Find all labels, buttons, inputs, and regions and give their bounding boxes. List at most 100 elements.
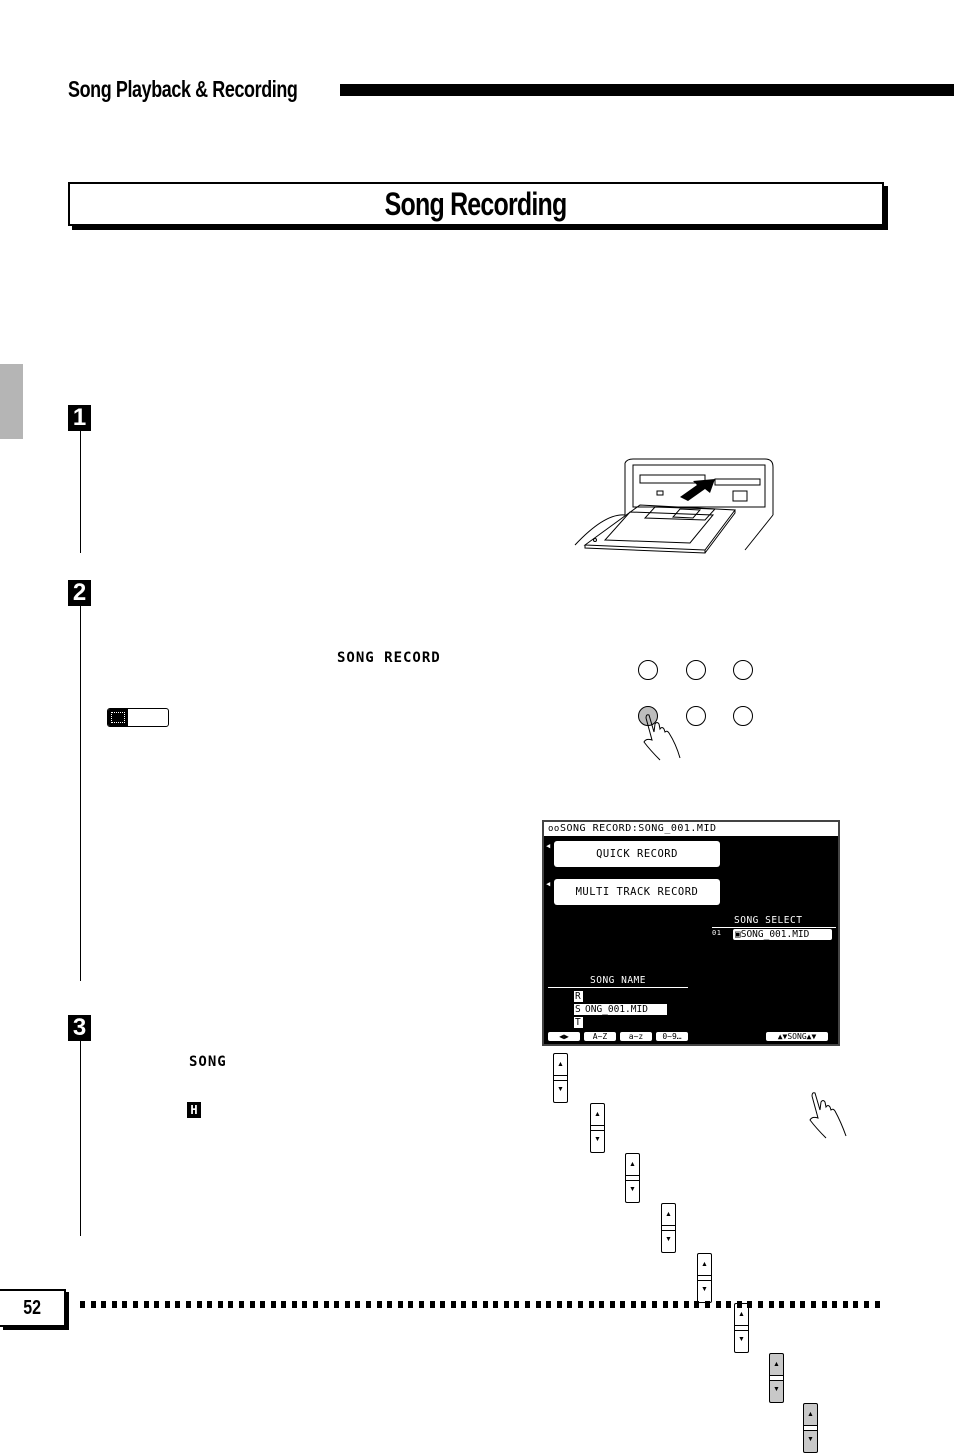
- panel-button-5[interactable]: [686, 706, 706, 726]
- song-name-label: SONG NAME: [590, 975, 646, 986]
- footer-dot: [620, 1301, 626, 1308]
- char-option-r[interactable]: R: [574, 991, 583, 1002]
- footer-dot: [154, 1301, 160, 1308]
- footer-dot: [863, 1301, 869, 1308]
- rocker-button-3[interactable]: ▲ ▼: [625, 1153, 640, 1203]
- footer-dot: [556, 1301, 562, 1308]
- multi-track-record-button[interactable]: MULTI TRACK RECORD: [554, 879, 720, 905]
- footer-dot: [122, 1301, 128, 1308]
- footer-dot: [853, 1301, 859, 1308]
- footer-dot: [471, 1301, 477, 1308]
- footer-dot: [344, 1301, 350, 1308]
- softkey-uppercase[interactable]: A~Z: [584, 1032, 616, 1041]
- footer-dot: [514, 1301, 520, 1308]
- softkey-lowercase[interactable]: a~z: [620, 1032, 652, 1041]
- rocker-button-2[interactable]: ▲ ▼: [590, 1103, 605, 1153]
- step-3-number: 3: [68, 1015, 91, 1041]
- lcd-title: SONG RECORD:SONG_001.MID: [560, 823, 717, 834]
- footer-dot: [217, 1301, 223, 1308]
- pointing-hand-icon: [643, 714, 681, 761]
- footer-dot: [270, 1301, 276, 1308]
- footer-dot: [260, 1301, 266, 1308]
- softkey-numbers[interactable]: 0~9…: [656, 1032, 688, 1041]
- footer-dot: [238, 1301, 244, 1308]
- footer-dot: [779, 1301, 785, 1308]
- footer-dot: [313, 1301, 319, 1308]
- footer-dot: [376, 1301, 382, 1308]
- softkey-song-select[interactable]: ▲▼SONG▲▼: [766, 1032, 828, 1041]
- footer-dot: [440, 1301, 446, 1308]
- tape-icon: oo: [548, 824, 560, 834]
- section-header-rule: [340, 84, 954, 96]
- footer-dot: [323, 1301, 329, 1308]
- footer-dot: [832, 1301, 838, 1308]
- arrow-left-icon: ◀: [546, 880, 551, 888]
- page-number: 52: [23, 1296, 41, 1319]
- song-name-field[interactable]: ONG_001.MID: [583, 1004, 667, 1015]
- footer-dot: [673, 1301, 679, 1308]
- footer-dot: [800, 1301, 806, 1308]
- footer-dot: [874, 1301, 880, 1308]
- song-select-value: SONG_001.MID: [740, 929, 810, 940]
- footer-dot: [683, 1301, 689, 1308]
- footer-dot: [207, 1301, 213, 1308]
- marker-h-icon: H: [187, 1102, 201, 1118]
- footer-dot: [366, 1301, 372, 1308]
- char-option-s[interactable]: S: [574, 1004, 583, 1015]
- footer-dot: [397, 1301, 403, 1308]
- footer-dot: [524, 1301, 530, 1308]
- panel-button-6[interactable]: [733, 706, 753, 726]
- footer-dot: [535, 1301, 541, 1308]
- footer-dot: [577, 1301, 583, 1308]
- floppy-disk-insert-illustration: [574, 458, 774, 554]
- footer-dot: [101, 1301, 107, 1308]
- footer-dot: [662, 1301, 668, 1308]
- lcd-screen: oo SONG RECORD:SONG_001.MID ◀ QUICK RECO…: [542, 820, 840, 1046]
- footer-dot: [747, 1301, 753, 1308]
- footer-dot: [652, 1301, 658, 1308]
- song-name-underline: [548, 987, 688, 988]
- panel-button-2[interactable]: [686, 660, 706, 680]
- step-1-number: 1: [68, 405, 91, 431]
- footer-dot: [143, 1301, 149, 1308]
- panel-button-1[interactable]: [638, 660, 658, 680]
- footer-dot: [291, 1301, 297, 1308]
- footer-dot: [185, 1301, 191, 1308]
- footer-dot: [715, 1301, 721, 1308]
- footer-dot: [419, 1301, 424, 1308]
- footer-dot: [281, 1301, 287, 1308]
- footer-dot: [599, 1301, 605, 1308]
- step-3-line: [80, 1041, 81, 1236]
- footer-dot: [408, 1301, 414, 1308]
- footer-dot: [705, 1301, 711, 1308]
- rocker-button-7[interactable]: ▲ ▼: [769, 1353, 784, 1403]
- footer-dot: [842, 1301, 848, 1308]
- chapter-side-tab: [0, 364, 23, 439]
- song-select-label: SONG SELECT: [734, 915, 803, 926]
- song-select-field[interactable]: ▣SONG_001.MID: [733, 929, 832, 940]
- rocker-button-4[interactable]: ▲ ▼: [661, 1203, 676, 1253]
- page-title-box: Song Recording: [68, 182, 884, 226]
- rocker-button-6[interactable]: ▲ ▼: [734, 1303, 749, 1353]
- char-option-t[interactable]: T: [574, 1017, 583, 1028]
- rocker-button-5[interactable]: ▲ ▼: [697, 1253, 712, 1303]
- footer-dot: [726, 1301, 732, 1308]
- song-keyword: SONG: [189, 1054, 227, 1070]
- panel-button-3[interactable]: [733, 660, 753, 680]
- footer-dot: [249, 1301, 255, 1308]
- footer-dot: [334, 1301, 340, 1308]
- step-2-line: [80, 606, 81, 981]
- footer-dot: [111, 1301, 117, 1308]
- rocker-button-1[interactable]: ▲ ▼: [553, 1053, 568, 1103]
- quick-record-button[interactable]: QUICK RECORD: [554, 841, 720, 867]
- rocker-button-8[interactable]: ▲ ▼: [803, 1403, 818, 1453]
- step-1-line: [80, 431, 81, 553]
- footer-dot: [429, 1301, 435, 1308]
- footer-dot: [90, 1301, 96, 1308]
- footer-dot: [810, 1301, 816, 1308]
- footer-dot: [132, 1301, 138, 1308]
- footer-dot: [228, 1301, 234, 1308]
- note-icon: [107, 708, 169, 727]
- footer-dot: [567, 1301, 573, 1308]
- softkey-cursor[interactable]: ◀▶: [548, 1032, 580, 1041]
